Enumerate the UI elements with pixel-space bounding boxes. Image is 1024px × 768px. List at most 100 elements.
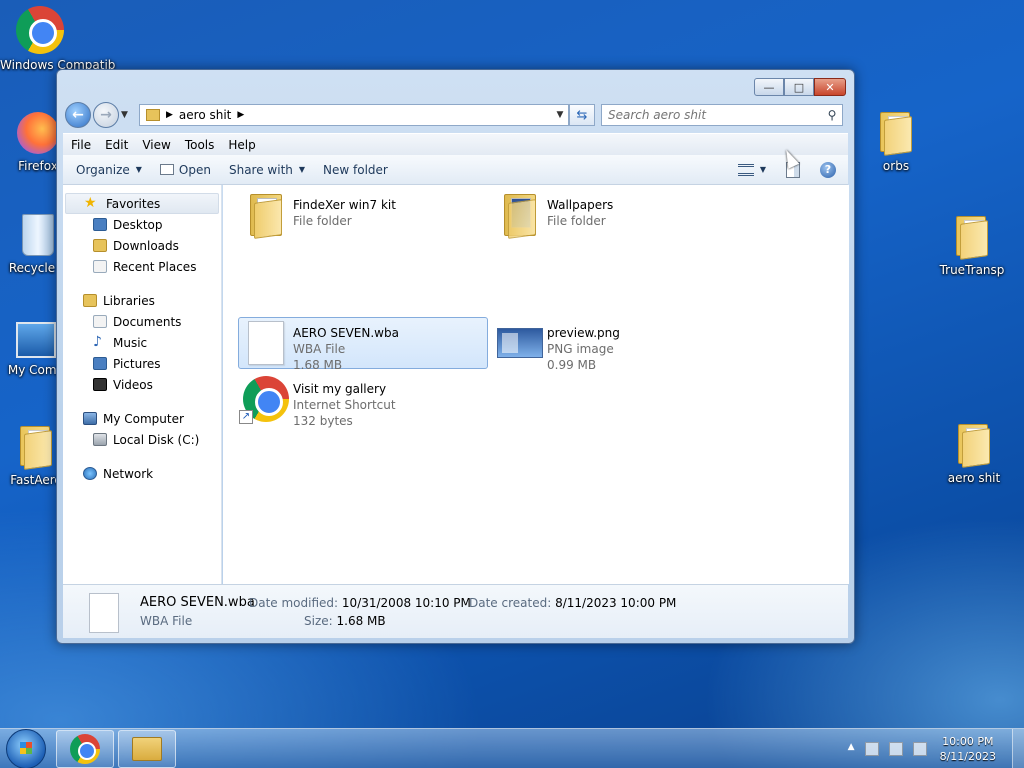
help-icon[interactable]: ? [820, 161, 836, 178]
folder-icon [501, 192, 539, 239]
recent-pages-dropdown[interactable]: ▼ [121, 110, 133, 120]
change-view-icon[interactable] [737, 163, 754, 176]
show-desktop-button[interactable] [1012, 728, 1024, 768]
file-type: Internet Shortcut [293, 398, 396, 412]
details-file-type: WBA File [140, 614, 193, 628]
breadcrumb-chevron-icon[interactable]: ▶ [166, 110, 173, 120]
recycle-bin-icon [22, 214, 54, 256]
folder-icon [18, 424, 54, 470]
file-type: File folder [293, 214, 352, 228]
nav-local-disk[interactable]: Local Disk (C:) [63, 429, 221, 450]
address-dropdown-icon[interactable]: ▼ [552, 110, 568, 120]
star-icon: ★ [84, 195, 97, 211]
new-folder-button[interactable]: New folder [314, 163, 397, 177]
nav-network[interactable]: Network [63, 463, 221, 484]
chevron-down-icon: ▼ [135, 165, 142, 174]
nav-music[interactable]: ♪ Music [63, 332, 221, 353]
file-item-visit-gallery[interactable]: ↗ Visit my gallery Internet Shortcut 132 b… [239, 374, 489, 428]
nav-pictures[interactable]: Pictures [63, 353, 221, 374]
computer-icon [16, 322, 56, 358]
action-center-icon[interactable] [864, 741, 879, 756]
desktop-icon-aero-shit[interactable]: aero shit [934, 422, 1014, 485]
file-size: 132 bytes [293, 414, 353, 428]
nav-favorites[interactable]: ★ Favorites [65, 193, 219, 214]
nav-recent-places[interactable]: Recent Places [63, 256, 221, 277]
file-item-preview-png[interactable]: preview.png PNG image 0.99 MB [493, 318, 743, 372]
nav-my-computer[interactable]: My Computer [63, 408, 221, 429]
menu-help[interactable]: Help [222, 138, 261, 152]
search-box[interactable]: ⚲ [601, 104, 843, 126]
details-modified-value: 10/31/2008 10:10 PM [341, 596, 471, 610]
details-pane: AERO SEVEN.wba WBA File Date modified: 1… [63, 584, 848, 638]
navigation-pane: ★ Favorites Desktop Downloads Recent Plac… [63, 185, 222, 584]
file-item-wallpapers[interactable]: Wallpapers File folder [493, 190, 743, 242]
view-dropdown-icon[interactable]: ▼ [760, 165, 766, 174]
downloads-icon [93, 239, 107, 252]
organize-button[interactable]: Organize ▼ [67, 163, 151, 177]
document-icon [89, 593, 119, 633]
document-icon [248, 321, 284, 365]
file-name: AERO SEVEN.wba [293, 326, 399, 340]
forward-button[interactable]: → [93, 102, 119, 128]
explorer-window: — □ ✕ ← → ▼ ▶ aero shit ▶ ▼ ⇆ ⚲ File Edi… [56, 69, 855, 644]
menu-tools[interactable]: Tools [179, 138, 221, 152]
nav-videos[interactable]: Videos [63, 374, 221, 395]
file-size: 0.99 MB [547, 358, 597, 372]
desktop-icon-orbs[interactable]: orbs [856, 110, 936, 173]
breadcrumb-chevron-icon[interactable]: ▶ [237, 110, 244, 120]
menu-view[interactable]: View [136, 138, 176, 152]
refresh-icon: ⇆ [576, 107, 588, 123]
share-with-button[interactable]: Share with ▼ [220, 163, 314, 177]
menu-file[interactable]: File [65, 138, 97, 152]
details-created-label: Date created: [469, 596, 552, 610]
nav-downloads[interactable]: Downloads [63, 235, 221, 256]
nav-libraries[interactable]: Libraries [63, 290, 221, 311]
documents-icon [93, 315, 107, 328]
open-button[interactable]: Open [151, 163, 220, 177]
search-icon[interactable]: ⚲ [822, 108, 842, 122]
clock[interactable]: 10:00 PM 8/11/2023 [940, 734, 996, 764]
system-tray: ▲ 10:00 PM 8/11/2023 [843, 728, 1024, 768]
folder-icon [956, 422, 992, 468]
folder-icon [954, 214, 990, 260]
network-icon [83, 467, 97, 480]
address-bar[interactable]: ▶ aero shit ▶ ▼ [139, 104, 569, 126]
refresh-button[interactable]: ⇆ [569, 104, 595, 126]
maximize-button[interactable]: □ [784, 78, 814, 96]
navigation-bar: ← → ▼ ▶ aero shit ▶ ▼ ⇆ ⚲ [65, 102, 846, 128]
back-button[interactable]: ← [65, 102, 91, 128]
desktop-icon [93, 218, 107, 231]
recent-places-icon [93, 260, 107, 273]
start-button[interactable] [6, 728, 46, 768]
music-icon: ♪ [93, 334, 102, 350]
minimize-button[interactable]: — [754, 78, 784, 96]
file-item-aero-seven[interactable]: AERO SEVEN.wba WBA File 1.68 MB [238, 317, 488, 372]
chevron-down-icon: ▼ [298, 165, 306, 174]
menu-edit[interactable]: Edit [99, 138, 134, 152]
nav-desktop[interactable]: Desktop [63, 214, 221, 235]
details-size-label: Size: [304, 614, 333, 628]
computer-icon [83, 412, 97, 425]
show-hidden-icons-icon[interactable]: ▲ [848, 742, 855, 756]
desktop-icon-truetransp[interactable]: TrueTransp [932, 214, 1012, 277]
clock-date: 8/11/2023 [939, 749, 996, 763]
shortcut-arrow-icon: ↗ [239, 410, 253, 424]
libraries-icon [83, 294, 97, 307]
file-size: 1.68 MB [293, 358, 343, 372]
firefox-icon [17, 112, 59, 154]
chrome-icon [70, 733, 100, 764]
nav-documents[interactable]: Documents [63, 311, 221, 332]
pictures-icon [93, 357, 107, 370]
taskbar-chrome[interactable] [56, 729, 114, 768]
file-name: Wallpapers [547, 198, 614, 212]
breadcrumb-aero-shit[interactable]: aero shit [179, 108, 231, 122]
network-icon[interactable] [888, 741, 903, 756]
close-button[interactable]: ✕ [814, 78, 846, 96]
desktop-icon-windows-compat[interactable]: Windows Compatib [0, 6, 115, 72]
videos-icon [93, 378, 107, 391]
taskbar-explorer[interactable] [118, 729, 176, 768]
file-item-findexer[interactable]: FindeXer win7 kit File folder [239, 190, 489, 242]
volume-muted-icon[interactable] [912, 741, 927, 756]
image-icon [497, 328, 543, 358]
search-input[interactable] [602, 108, 822, 122]
